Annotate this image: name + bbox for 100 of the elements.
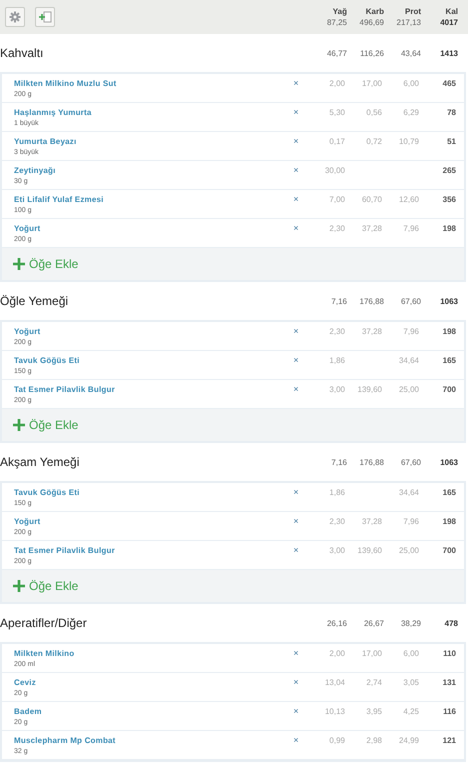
food-name[interactable]: Musclepharm Mp Combat	[14, 736, 284, 745]
meal-total: 46,77	[326, 48, 347, 58]
food-name[interactable]: Tavuk Göğüs Eti	[14, 488, 284, 497]
food-name[interactable]: Milkten Milkino	[14, 649, 284, 658]
remove-button[interactable]: ×	[284, 541, 308, 556]
meal-total: 176,88	[358, 458, 384, 466]
nutrient-value: 1,86	[328, 355, 345, 365]
remove-button[interactable]: ×	[284, 483, 308, 498]
nutrient-value: 0,56	[365, 107, 382, 117]
nutrient-value: 34,64	[398, 487, 419, 497]
nutrient-value: 139,60	[356, 384, 382, 394]
food-name[interactable]: Badem	[14, 707, 284, 716]
food-name[interactable]: Yumurta Beyazı	[14, 137, 284, 146]
nutrient-value: 2,00	[328, 648, 345, 658]
food-name[interactable]: Tat Esmer Pilavlik Bulgur	[14, 385, 284, 394]
nutrient-value: 17,00	[360, 78, 382, 88]
remove-button[interactable]: ×	[284, 644, 308, 659]
meal-total: 26,16	[326, 618, 347, 628]
column-header: Yağ	[332, 7, 347, 16]
column-total: 4017	[440, 18, 458, 27]
nutrient-value: 3,95	[365, 706, 382, 716]
food-name[interactable]: Tat Esmer Pilavlik Bulgur	[14, 546, 284, 555]
meal-total: 116,26	[359, 48, 384, 58]
nutrient-value: 7,00	[328, 194, 345, 204]
remove-button[interactable]: ×	[284, 380, 308, 395]
nutrient-value: 198	[442, 223, 456, 233]
nutrient-value: 3,05	[402, 677, 419, 687]
meal-total: 26,67	[362, 618, 384, 628]
nutrient-value: 700	[442, 545, 456, 555]
nutrient-value: 0,72	[365, 136, 382, 146]
nutrient-value: 12,60	[398, 194, 419, 204]
nutrient-value: 60,70	[360, 194, 382, 204]
meal-title: Akşam Yemeği	[0, 455, 80, 469]
nutrient-value: 13,04	[324, 677, 345, 687]
nutrient-value: 116	[442, 706, 456, 716]
nutrient-value: 4,25	[402, 706, 419, 716]
nutrient-value: 110	[442, 648, 456, 658]
nutrient-value: 198	[442, 516, 456, 526]
remove-button[interactable]: ×	[284, 322, 308, 337]
food-name[interactable]: Eti Lifalif Yulaf Ezmesi	[14, 195, 284, 204]
nutrient-value: 25,00	[398, 545, 419, 555]
remove-button[interactable]: ×	[284, 512, 308, 527]
meal-total: 43,64	[400, 48, 421, 58]
column-total: 496,69	[360, 18, 384, 27]
food-name[interactable]: Milkten Milkino Muzlu Sut	[14, 79, 284, 88]
nutrient-value: 356	[442, 194, 456, 204]
nutrient-value: 131	[442, 677, 456, 687]
nutrient-value: 3,00	[328, 545, 345, 555]
plus-icon	[13, 580, 25, 592]
remove-button[interactable]: ×	[284, 132, 308, 147]
nutrient-value: 25,00	[398, 384, 419, 394]
nutrient-value: 2,00	[328, 78, 345, 88]
column-header: Prot	[405, 7, 421, 16]
meal-total: 1063	[439, 296, 458, 306]
remove-button[interactable]: ×	[284, 351, 308, 366]
add-item-button[interactable]: Öğe Ekle	[13, 257, 78, 271]
nutrient-value: 34,64	[398, 355, 419, 365]
remove-button[interactable]: ×	[284, 731, 308, 746]
nutrient-value: 265	[442, 165, 456, 175]
nutrient-value: 465	[442, 78, 456, 88]
settings-button[interactable]	[5, 7, 25, 27]
meal-total: 67,60	[400, 458, 421, 466]
nutrient-value: 121	[442, 735, 456, 745]
remove-button[interactable]: ×	[284, 103, 308, 118]
food-name[interactable]: Ceviz	[14, 678, 284, 687]
nutrient-value: 78	[446, 107, 456, 117]
nutrient-value: 37,28	[360, 516, 382, 526]
food-name[interactable]: Tavuk Göğüs Eti	[14, 356, 284, 365]
add-page-icon	[38, 11, 52, 23]
food-name[interactable]: Yoğurt	[14, 327, 284, 336]
column-header: Kal	[446, 7, 458, 16]
nutrient-value: 7,96	[402, 326, 419, 336]
food-name[interactable]: Yoğurt	[14, 224, 284, 233]
nutrient-value: 51	[446, 136, 456, 146]
meal-total: 176,88	[358, 296, 384, 306]
food-name[interactable]: Haşlanmış Yumurta	[14, 108, 284, 117]
nutrient-value: 2,30	[328, 516, 345, 526]
meal-total: 1063	[439, 458, 458, 466]
meal-total: 7,16	[330, 296, 347, 306]
remove-button[interactable]: ×	[284, 702, 308, 717]
meal-total: 7,16	[330, 458, 347, 466]
remove-button[interactable]: ×	[284, 190, 308, 205]
food-name[interactable]: Yoğurt	[14, 517, 284, 526]
remove-button[interactable]: ×	[284, 74, 308, 89]
nutrient-value: 165	[442, 487, 456, 497]
nutrient-value: 30,00	[324, 165, 345, 175]
remove-button[interactable]: ×	[284, 161, 308, 176]
settings-icon	[9, 11, 21, 23]
remove-button[interactable]: ×	[284, 219, 308, 234]
add-item-button[interactable]: Öğe Ekle	[13, 418, 78, 432]
plus-icon	[13, 258, 25, 270]
column-total: 217,13	[396, 18, 421, 27]
nutrient-value: 6,29	[402, 107, 419, 117]
add-item-button[interactable]: Öğe Ekle	[13, 579, 78, 593]
remove-button[interactable]: ×	[284, 673, 308, 688]
food-name[interactable]: Zeytinyağı	[14, 166, 284, 175]
plus-icon	[13, 419, 25, 431]
nutrient-value: 17,00	[360, 648, 382, 658]
add-entry-button[interactable]	[35, 7, 55, 27]
meal-total: 38,29	[400, 618, 421, 628]
